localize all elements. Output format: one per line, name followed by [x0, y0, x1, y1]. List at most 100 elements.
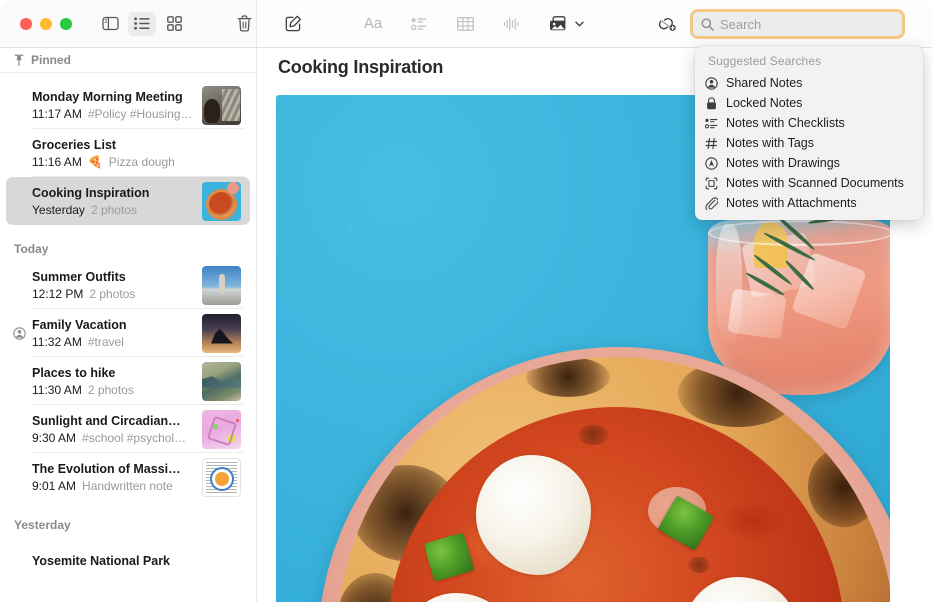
note-subtitle: 11:30 AM 2 photos — [32, 382, 196, 398]
note-subtitle: 11:17 AM #Policy #Housing… — [32, 106, 196, 122]
close-button[interactable] — [20, 18, 32, 30]
suggestion-label: Notes with Drawings — [726, 156, 840, 170]
audio-record-button[interactable] — [497, 12, 525, 36]
note-text: Cooking Inspiration Yesterday 2 photos — [32, 185, 202, 218]
note-snippet: 2 photos — [91, 202, 137, 218]
note-title: Sunlight and Circadian… — [32, 413, 196, 429]
section-label: Yesterday — [14, 518, 71, 532]
pizza-emoji-icon: 🍕 — [88, 154, 103, 170]
window-controls — [20, 18, 72, 30]
suggestion-shared-notes[interactable]: Shared Notes — [695, 73, 923, 93]
note-thumbnail — [202, 458, 241, 497]
search-input[interactable] — [720, 17, 890, 32]
note-thumbnail — [202, 266, 241, 305]
note-row-family-vacation[interactable]: Family Vacation 11:32 AM #travel — [6, 309, 250, 357]
view-controls — [96, 12, 188, 36]
note-title: Cooking Inspiration — [32, 185, 196, 201]
search-field-container[interactable] — [690, 9, 905, 39]
note-time: 11:16 AM — [32, 154, 82, 170]
compose-note-icon — [285, 15, 302, 32]
checklist-button[interactable] — [405, 12, 433, 36]
suggestion-attachments[interactable]: Notes with Attachments — [695, 193, 923, 213]
notes-list-sidebar[interactable]: Pinned Monday Morning Meeting 11:17 AM #… — [0, 48, 257, 602]
checklist-icon — [411, 17, 427, 31]
note-subtitle: 9:30 AM #school #psychol… — [32, 430, 196, 446]
note-row-yosemite-national-park[interactable]: Yosemite National Park — [6, 537, 250, 585]
note-subtitle: Yesterday 2 photos — [32, 202, 196, 218]
note-time: Yesterday — [32, 202, 85, 218]
suggestion-label: Locked Notes — [726, 96, 802, 110]
note-time: 11:30 AM — [32, 382, 82, 398]
hashtag-icon — [704, 136, 719, 151]
note-snippet: 2 photos — [88, 382, 134, 398]
shared-person-icon — [12, 326, 26, 340]
note-thumbnail — [202, 182, 241, 221]
note-title: Groceries List — [32, 137, 244, 153]
suggestion-label: Notes with Checklists — [726, 116, 845, 130]
format-Aa-icon: Aa — [364, 15, 382, 32]
compose-note-button[interactable] — [279, 12, 307, 36]
table-button[interactable] — [451, 12, 479, 36]
note-row-monday-morning-meeting[interactable]: Monday Morning Meeting 11:17 AM #Policy … — [6, 81, 250, 129]
section-header-today: Today — [0, 237, 256, 261]
drawing-marker-icon — [704, 156, 719, 171]
chevron-down-icon — [575, 21, 584, 27]
suggested-searches-title: Suggested Searches — [695, 52, 923, 73]
list-view-button[interactable] — [128, 12, 156, 36]
note-row-groceries-list[interactable]: Groceries List 11:16 AM 🍕 Pizza dough — [6, 129, 250, 177]
suggestion-checklists[interactable]: Notes with Checklists — [695, 113, 923, 133]
suggestion-label: Notes with Tags — [726, 136, 814, 150]
search-magnifier-icon — [701, 18, 714, 31]
suggestion-drawings[interactable]: Notes with Drawings — [695, 153, 923, 173]
note-snippet: #Policy #Housing… — [88, 106, 193, 122]
note-text: Groceries List 11:16 AM 🍕 Pizza dough — [32, 137, 250, 170]
collaborate-button[interactable] — [652, 12, 680, 36]
note-row-summer-outfits[interactable]: Summer Outfits 12:12 PM 2 photos — [6, 261, 250, 309]
search-field[interactable] — [693, 12, 902, 36]
suggestion-tags[interactable]: Notes with Tags — [695, 133, 923, 153]
sidebar-toggle-button[interactable] — [96, 12, 124, 36]
suggestion-label: Notes with Scanned Documents — [726, 176, 904, 190]
list-view-icon — [134, 17, 150, 30]
note-text: Yosemite National Park — [32, 553, 250, 569]
note-title: The Evolution of Massi… — [32, 461, 196, 477]
note-thumbnail — [202, 410, 241, 449]
minimize-button[interactable] — [40, 18, 52, 30]
delete-note-button[interactable] — [232, 12, 256, 36]
scan-document-icon — [704, 176, 719, 191]
note-thumbnail — [202, 86, 241, 125]
note-subtitle: 11:16 AM 🍕 Pizza dough — [32, 154, 244, 170]
note-text: The Evolution of Massi… 9:01 AM Handwrit… — [32, 461, 202, 494]
note-row-cooking-inspiration[interactable]: Cooking Inspiration Yesterday 2 photos — [6, 177, 250, 225]
note-snippet: #school #psychol… — [82, 430, 186, 446]
gallery-view-button[interactable] — [160, 12, 188, 36]
note-snippet: Handwritten note — [82, 478, 173, 494]
note-subtitle: 9:01 AM Handwritten note — [32, 478, 196, 494]
note-row-the-evolution-of-massive[interactable]: The Evolution of Massi… 9:01 AM Handwrit… — [6, 453, 250, 501]
note-row-sunlight-and-circadian[interactable]: Sunlight and Circadian… 9:30 AM #school … — [6, 405, 250, 453]
zoom-button[interactable] — [60, 18, 72, 30]
suggestion-locked-notes[interactable]: Locked Notes — [695, 93, 923, 113]
note-time: 11:32 AM — [32, 334, 82, 350]
paperclip-icon — [704, 196, 719, 211]
media-button[interactable] — [545, 12, 584, 36]
gallery-view-icon — [167, 16, 182, 31]
section-header-pinned: Pinned — [0, 48, 256, 73]
section-label: Today — [14, 242, 48, 256]
note-row-places-to-hike[interactable]: Places to hike 11:30 AM 2 photos — [6, 357, 250, 405]
note-subtitle: 11:32 AM #travel — [32, 334, 196, 350]
note-snippet: 2 photos — [89, 286, 135, 302]
media-photo-icon — [549, 16, 569, 31]
format-button[interactable]: Aa — [359, 12, 387, 36]
section-header-yesterday: Yesterday — [0, 513, 256, 537]
note-thumbnail — [202, 362, 241, 401]
note-snippet: Pizza dough — [109, 154, 175, 170]
checklist-icon — [704, 116, 719, 131]
pin-icon — [14, 54, 24, 66]
suggestion-scanned-documents[interactable]: Notes with Scanned Documents — [695, 173, 923, 193]
collaborate-link-icon — [656, 16, 677, 32]
suggestion-label: Notes with Attachments — [726, 196, 857, 210]
note-time: 9:01 AM — [32, 478, 76, 494]
note-time: 12:12 PM — [32, 286, 83, 302]
toolbar-sidebar-section — [0, 0, 257, 47]
